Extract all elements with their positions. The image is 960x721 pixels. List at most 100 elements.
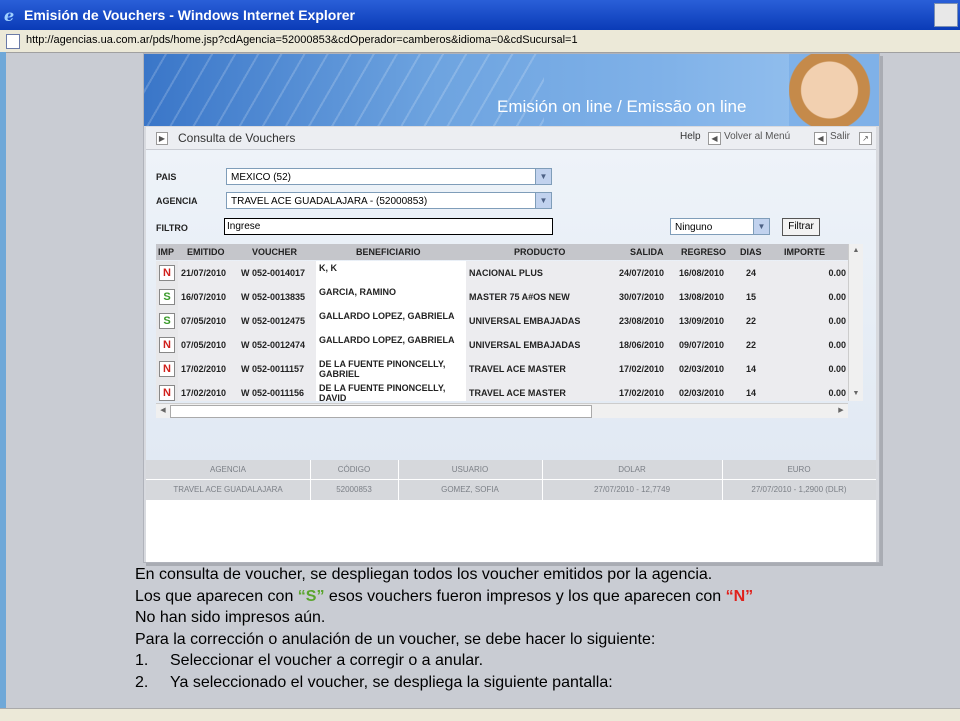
expand-arrow-icon[interactable]: ▶ <box>156 132 168 145</box>
cell-dias: 15 <box>736 285 766 309</box>
imp-badge[interactable]: N <box>159 385 175 401</box>
chevron-down-icon[interactable]: ▼ <box>535 193 551 208</box>
imp-badge[interactable]: N <box>159 265 175 281</box>
cell-regreso: 02/03/2010 <box>676 357 736 381</box>
window-title: Emisión de Vouchers - Windows Internet E… <box>24 7 356 23</box>
note-s-highlight: “S” <box>297 587 325 605</box>
page-icon <box>6 34 20 49</box>
scroll-left-icon[interactable]: ◀ <box>156 404 170 418</box>
info-header-dolar: DOLAR <box>618 465 646 474</box>
info-value-euro: 27/07/2010 - 1,2900 (DLR) <box>751 485 847 494</box>
minimize-button[interactable] <box>934 3 958 27</box>
cell-imp: N <box>156 261 178 285</box>
table-row[interactable]: N 07/05/2010 W 052-0012474 GALLARDO LOPEZ, … <box>156 333 848 357</box>
info-header-agencia: AGENCIA <box>209 465 246 474</box>
table-horizontal-scrollbar[interactable]: ◀ ▶ <box>156 403 848 418</box>
note-line-2a: Los que aparecen con <box>135 587 298 605</box>
cell-salida: 17/02/2010 <box>616 357 676 381</box>
note-line-1: En consulta de voucher, se despliegan to… <box>135 566 713 583</box>
address-bar[interactable]: http://agencias.ua.com.ar/pds/home.jsp?c… <box>0 30 960 53</box>
cell-voucher: W 052-0012475 <box>238 309 316 333</box>
volver-menu-link[interactable]: Volver al Menú <box>724 131 790 142</box>
banner: Emisión on line / Emissão on line <box>144 54 879 126</box>
cell-importe: 0.00 <box>766 333 848 357</box>
col-beneficiario: BENEFICIARIO <box>356 247 421 257</box>
cell-producto: NACIONAL PLUS <box>466 261 616 285</box>
filtro-label: FILTRO <box>156 223 188 233</box>
cell-producto: UNIVERSAL EMBAJADAS <box>466 333 616 357</box>
col-imp: IMP <box>158 247 175 257</box>
cell-regreso: 13/09/2010 <box>676 309 736 333</box>
cell-importe: 0.00 <box>766 285 848 309</box>
popout-icon[interactable]: ↗ <box>859 132 872 145</box>
chevron-down-icon[interactable]: ▼ <box>535 169 551 184</box>
info-value-agencia: TRAVEL ACE GUADALAJARA <box>173 485 283 494</box>
banner-title: Emisión on line / Emissão on line <box>497 97 747 116</box>
filtro-input[interactable]: Ingrese <box>224 218 553 235</box>
imp-badge[interactable]: N <box>159 337 175 353</box>
col-importe: IMPORTE <box>784 247 826 257</box>
exit-arrow-icon[interactable]: ◀ <box>814 132 827 145</box>
cell-salida: 30/07/2010 <box>616 285 676 309</box>
cell-beneficiario: DE LA FUENTE PINONCELLY, GABRIEL <box>316 357 466 381</box>
cell-dias: 22 <box>736 309 766 333</box>
cell-emitido: 17/02/2010 <box>178 381 238 401</box>
panel-title: Consulta de Vouchers <box>178 131 296 145</box>
cell-salida: 17/02/2010 <box>616 381 676 401</box>
note-item-number: 1. <box>135 652 149 669</box>
vouchers-table-body: N 21/07/2010 W 052-0014017 K, K NACIONAL PLU… <box>156 261 848 401</box>
imp-badge[interactable]: N <box>159 361 175 377</box>
note-item-number: 2. <box>135 673 149 691</box>
help-link[interactable]: Help <box>680 131 701 142</box>
cell-dias: 14 <box>736 381 766 401</box>
scroll-right-icon[interactable]: ▶ <box>834 404 848 418</box>
table-vertical-scrollbar[interactable]: ▲ ▼ <box>848 244 863 401</box>
table-row[interactable]: S 07/05/2010 W 052-0012475 GALLARDO LOPEZ, … <box>156 309 848 333</box>
imp-badge[interactable]: S <box>159 313 175 329</box>
cell-imp: N <box>156 357 178 381</box>
cell-beneficiario: GARCIA, RAMINO <box>316 285 466 309</box>
cell-regreso: 13/08/2010 <box>676 285 736 309</box>
agencia-select[interactable]: TRAVEL ACE GUADALAJARA - (52000853) ▼ <box>226 192 552 209</box>
table-row[interactable]: N 17/02/2010 W 052-0011157 DE LA FUENTE PIN… <box>156 357 848 381</box>
info-value-usuario: GOMEZ, SOFIA <box>441 485 499 494</box>
back-arrow-icon[interactable]: ◀ <box>708 132 721 145</box>
scroll-thumb[interactable] <box>170 405 592 418</box>
ie-logo-icon: e <box>4 6 15 25</box>
scroll-down-icon[interactable]: ▼ <box>849 387 863 401</box>
scroll-up-icon[interactable]: ▲ <box>849 244 863 258</box>
imp-badge[interactable]: S <box>159 289 175 305</box>
cell-producto: TRAVEL ACE MASTER <box>466 381 616 401</box>
chevron-down-icon[interactable]: ▼ <box>753 219 769 234</box>
table-row[interactable]: N 21/07/2010 W 052-0014017 K, K NACIONAL PLU… <box>156 261 848 285</box>
note-item-2: 2. Ya seleccionado el voucher, se desplie… <box>135 672 955 694</box>
vouchers-table-header: IMP EMITIDO VOUCHER BENEFICIARIO PRODUCT… <box>156 244 848 260</box>
cell-voucher: W 052-0013835 <box>238 285 316 309</box>
cell-dias: 14 <box>736 357 766 381</box>
cell-regreso: 02/03/2010 <box>676 381 736 401</box>
note-item-1: 1. Seleccionar el voucher a corregir o a … <box>135 650 955 672</box>
table-row[interactable]: N 17/02/2010 W 052-0011156 DE LA FUENTE PIN… <box>156 381 848 401</box>
info-value-codigo: 52000853 <box>336 485 372 494</box>
table-row[interactable]: S 16/07/2010 W 052-0013835 GARCIA, RAMINO MA… <box>156 285 848 309</box>
cell-dias: 24 <box>736 261 766 285</box>
banner-photo <box>789 54 879 126</box>
address-url[interactable]: http://agencias.ua.com.ar/pds/home.jsp?c… <box>26 34 578 46</box>
cell-emitido: 17/02/2010 <box>178 357 238 381</box>
agencia-label: AGENCIA <box>156 196 198 206</box>
col-voucher: VOUCHER <box>252 247 298 257</box>
pais-select[interactable]: MEXICO (52) ▼ <box>226 168 552 185</box>
filtro-type-value: Ninguno <box>675 222 713 233</box>
filtro-type-select[interactable]: Ninguno ▼ <box>670 218 770 235</box>
panel-header: ▶ Consulta de Vouchers Help ◀ Volver al … <box>146 127 876 150</box>
filtrar-button[interactable]: Filtrar <box>782 218 820 236</box>
pais-value: MEXICO (52) <box>231 172 292 183</box>
cell-beneficiario: GALLARDO LOPEZ, GABRIELA <box>316 309 466 333</box>
col-salida: SALIDA <box>630 247 664 257</box>
note-line-2b: esos vouchers fueron impresos y los que … <box>324 587 726 605</box>
pais-label: PAIS <box>156 172 177 182</box>
info-header-codigo: CÓDIGO <box>337 465 371 474</box>
cell-emitido: 07/05/2010 <box>178 333 238 357</box>
status-bar <box>0 708 960 721</box>
salir-link[interactable]: Salir <box>830 131 850 142</box>
